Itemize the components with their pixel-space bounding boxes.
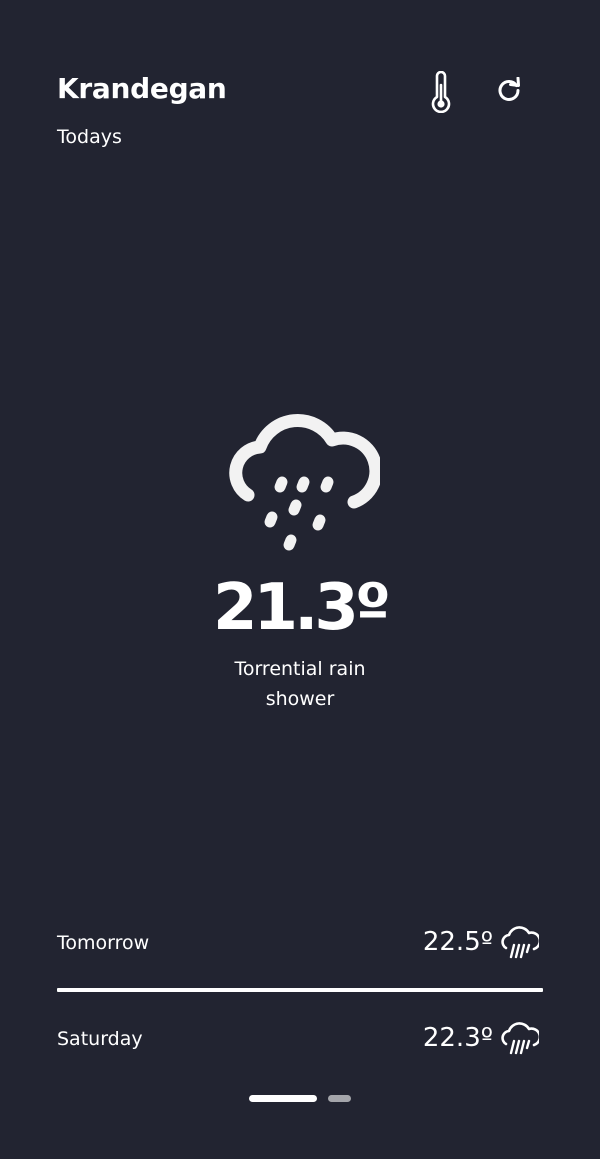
- refresh-icon: [498, 77, 520, 101]
- thermometer-icon: [431, 71, 451, 113]
- forecast-day: Tomorrow: [57, 932, 150, 954]
- current-condition: Torrential rain shower: [234, 658, 366, 710]
- current-temperature: 21.3º: [213, 571, 391, 645]
- forecast-divider: [57, 988, 543, 992]
- cloud-rain-icon: [501, 926, 539, 959]
- cloud-heavy-rain-icon: [229, 414, 380, 551]
- city-title: Krandegan: [57, 72, 227, 105]
- temperature-unit-button[interactable]: [423, 70, 459, 114]
- cloud-rain-icon: [501, 1022, 539, 1055]
- refresh-button[interactable]: [491, 72, 527, 108]
- forecast-temperature: 22.3º: [422, 1023, 493, 1053]
- forecast-row[interactable]: Tomorrow 22.5º: [57, 918, 543, 968]
- page-subtitle: Todays: [57, 126, 122, 148]
- page-dot-active[interactable]: [249, 1095, 317, 1102]
- app-header: Krandegan: [57, 70, 543, 113]
- forecast-row[interactable]: Saturday 22.3º: [57, 1014, 543, 1064]
- page-indicator: [249, 1095, 351, 1103]
- page-dot[interactable]: [328, 1095, 351, 1102]
- forecast-temperature: 22.5º: [422, 927, 493, 957]
- forecast-day: Saturday: [57, 1028, 143, 1050]
